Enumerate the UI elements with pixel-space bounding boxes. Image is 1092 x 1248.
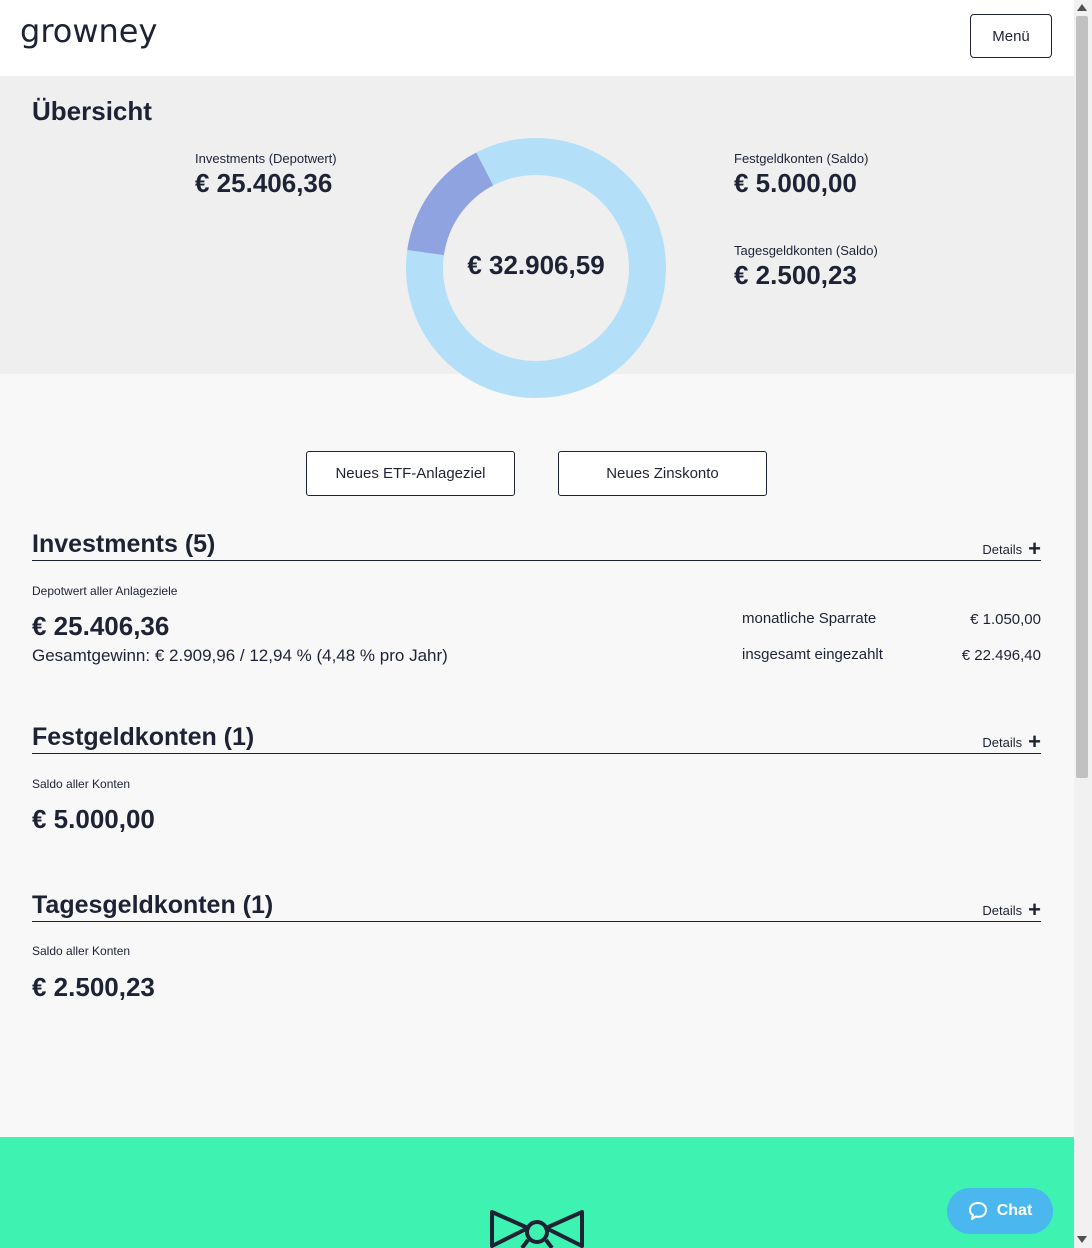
total-deposited-value: € 22.496,40 (961, 647, 1041, 664)
tagesgeld-stat-label: Tagesgeldkonten (Saldo) (734, 243, 878, 258)
new-etf-goal-button[interactable]: Neues ETF-Anlageziel (306, 451, 515, 496)
donut-total: € 32.906,59 (467, 250, 605, 280)
details-label: Details (982, 541, 1023, 557)
festgeld-value: € 5.000,00 (32, 804, 155, 834)
logo[interactable]: growney (20, 12, 157, 50)
section-divider (32, 560, 1041, 561)
total-deposited-label: insgesamt eingezahlt (742, 646, 883, 663)
chat-bubble-icon (968, 1202, 987, 1220)
tagesgeld-details-link[interactable]: Details + (982, 897, 1041, 922)
details-label: Details (982, 734, 1023, 750)
new-interest-account-button[interactable]: Neues Zinskonto (558, 451, 767, 496)
plus-icon: + (1028, 897, 1041, 922)
monthly-savings-label: monatliche Sparrate (742, 610, 877, 627)
tagesgeld-value: € 2.500,23 (32, 972, 155, 1002)
scroll-up-arrow-icon[interactable] (1077, 4, 1087, 11)
plus-icon: + (1028, 729, 1041, 754)
plus-icon: + (1028, 536, 1041, 561)
tagesgeld-stat-value: € 2.500,23 (734, 260, 857, 290)
section-divider (32, 921, 1041, 922)
tagesgeld-title: Tagesgeldkonten (1) (32, 891, 274, 919)
donut-slice-1 (407, 152, 494, 256)
tagesgeld-sub-label: Saldo aller Konten (32, 944, 131, 958)
festgeld-sub-label: Saldo aller Konten (32, 777, 131, 791)
investments-stat-value: € 25.406,36 (195, 168, 333, 198)
scrollbar-thumb[interactable] (1076, 16, 1088, 778)
investments-value: € 25.406,36 (32, 611, 170, 641)
investments-details-link[interactable]: Details + (982, 536, 1041, 561)
festgeld-stat-value: € 5.000,00 (734, 168, 857, 198)
bow-tie-icon (490, 1210, 584, 1248)
scroll-down-arrow-icon[interactable] (1077, 1236, 1087, 1243)
chat-button[interactable]: Chat (947, 1188, 1053, 1234)
festgeld-title: Festgeldkonten (1) (32, 723, 255, 751)
investments-title: Investments (5) (32, 530, 216, 558)
investments-sub-label: Depotwert aller Anlageziele (32, 584, 178, 598)
section-divider (32, 753, 1041, 754)
festgeld-stat-label: Festgeldkonten (Saldo) (734, 151, 869, 166)
monthly-savings-value: € 1.050,00 (970, 611, 1041, 628)
investments-stat-label: Investments (Depotwert) (195, 151, 337, 166)
chat-label: Chat (996, 1202, 1033, 1219)
menu-button[interactable]: Menü (970, 14, 1052, 58)
details-label: Details (982, 902, 1023, 918)
overview-title: Übersicht (32, 96, 152, 126)
festgeld-details-link[interactable]: Details + (982, 729, 1041, 754)
investments-gain: Gesamtgewinn: € 2.909,96 / 12,94 % (4,48… (32, 646, 448, 665)
header: growney Menü (0, 0, 1074, 76)
